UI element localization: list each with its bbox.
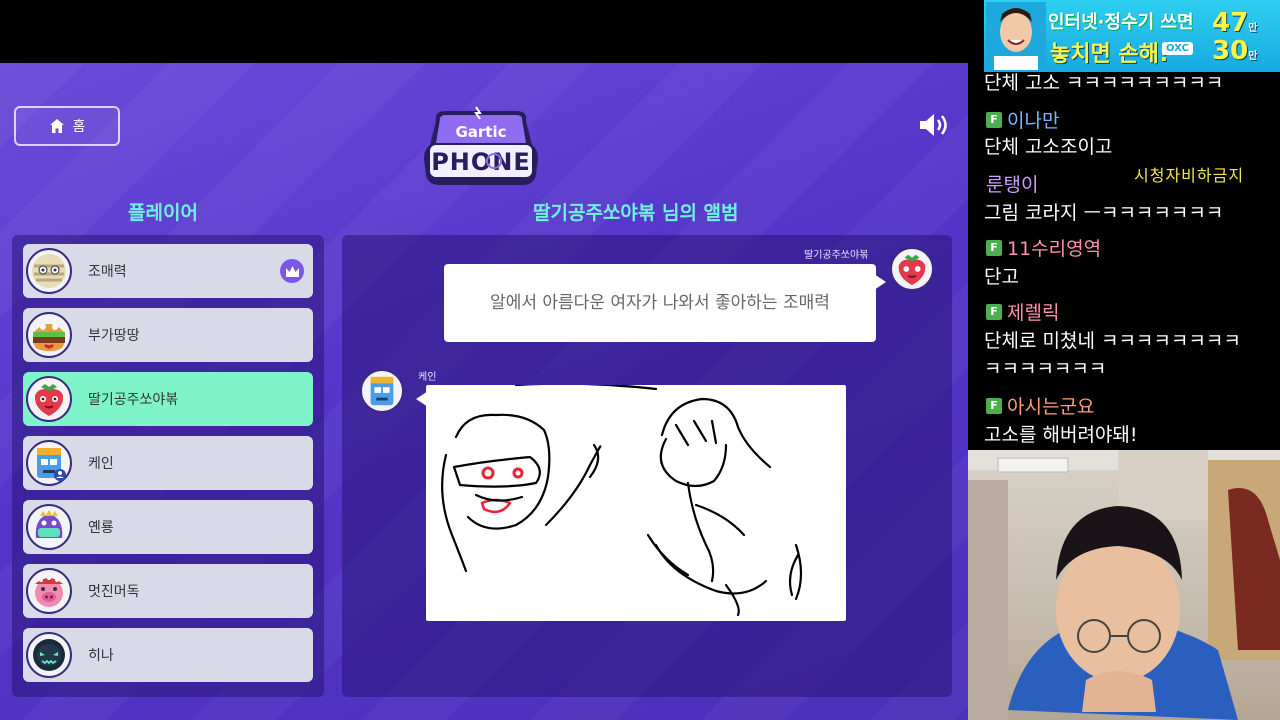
ad-price-top-value: 47 <box>1212 8 1249 38</box>
player-name: 옌룡 <box>88 520 114 536</box>
robot-avatar-icon <box>360 369 404 413</box>
player-card[interactable]: 조매력 <box>23 244 313 298</box>
strawberry-avatar-icon <box>26 376 72 422</box>
album-text: 알에서 아름다운 여자가 나와서 좋아하는 조매력 <box>490 292 830 313</box>
pig-avatar-icon <box>26 568 72 614</box>
home-label: 홈 <box>72 119 86 135</box>
ad-brand-badge: OXC <box>1162 42 1193 55</box>
dinosaur-avatar-icon <box>26 504 72 550</box>
player-name: 조매력 <box>88 264 127 280</box>
sponsor-banner[interactable]: 인터넷·정수기 쓰면 놓치면 손해! OXC 47만 30만 <box>984 0 1280 72</box>
chat-user-name: 이나만 <box>1007 110 1060 132</box>
album-text-entry: 알에서 아름다운 여자가 나와서 좋아하는 조매력 <box>444 264 886 342</box>
crown-icon <box>280 259 304 283</box>
gartic-phone-game: 홈 Gartic PHONE 플레이어 딸기공주쏘야볶 님의 앨범 조매력 부가… <box>0 63 968 720</box>
svg-text:Gartic: Gartic <box>455 123 506 141</box>
players-panel: 조매력 부가땅땅 딸기공주쏘야볶 케인 옌룡 멋진머독 히나 <box>12 235 324 697</box>
text-author-label: 딸기공주쏘야볶 <box>804 250 869 261</box>
chat-user-name: 11수리영역 <box>1007 238 1102 260</box>
player-card[interactable]: 케인 <box>23 436 313 490</box>
chat-message: 단체 고소조이고 <box>984 136 1113 158</box>
chat-username: F 아시는군요 <box>986 392 1094 419</box>
players-heading: 플레이어 <box>128 202 198 224</box>
svg-text:PHONE: PHONE <box>431 148 531 176</box>
ad-tagline: 놓치면 손해! <box>1050 42 1169 67</box>
ad-unit: 만 <box>1248 23 1258 34</box>
chat-message: 고소를 해버려야돼! <box>984 424 1138 446</box>
fan-badge-icon: F <box>986 111 1002 128</box>
webcam-feed <box>968 450 1280 720</box>
ad-headline: 인터넷·정수기 쓰면 <box>1048 12 1194 33</box>
player-name: 케인 <box>88 456 114 472</box>
ghost-avatar-icon <box>26 632 72 678</box>
home-button[interactable]: 홈 <box>14 106 120 146</box>
robot-avatar-icon <box>26 440 72 486</box>
chat-user-name: 제렐릭 <box>1007 302 1060 324</box>
burger-avatar-icon <box>26 312 72 358</box>
player-card[interactable]: 옌룡 <box>23 500 313 554</box>
player-name: 히나 <box>88 648 114 664</box>
ad-price-bottom: 30만 <box>1212 36 1257 66</box>
chat-message: 단고 <box>984 266 1019 288</box>
chat-username: F 이나만 <box>986 106 1059 133</box>
player-name: 부가땅땅 <box>88 328 140 344</box>
ad-price-bottom-value: 30 <box>1212 36 1249 66</box>
chat-message: ㅋㅋㅋㅋㅋㅋㅋ <box>984 358 1107 380</box>
player-card[interactable]: 딸기공주쏘야볶 <box>23 372 313 426</box>
drawing-author-label: 케인 <box>418 372 437 383</box>
chat-message: 그림 코라지 ㅡㅋㅋㅋㅋㅋㅋㅋ <box>984 202 1224 224</box>
fan-badge-icon: F <box>986 303 1002 320</box>
strawberry-avatar-icon <box>890 247 934 291</box>
streamer-photo-icon <box>968 450 1280 720</box>
chat-username: 룬탱이 <box>986 170 1038 197</box>
player-card[interactable]: 부가땅땅 <box>23 308 313 362</box>
player-name: 딸기공주쏘야볶 <box>88 392 179 408</box>
person-photo-icon <box>986 2 1046 70</box>
player-card[interactable]: 히나 <box>23 628 313 682</box>
album-drawing <box>416 382 846 621</box>
chat-username: F 제렐릭 <box>986 298 1059 325</box>
fan-badge-icon: F <box>986 239 1002 256</box>
ad-price-top: 47만 <box>1212 8 1257 38</box>
album-panel: 딸기공주쏘야볶 알에서 아름다운 여자가 나와서 좋아하는 조매력 케인 <box>342 235 952 697</box>
speaker-icon[interactable] <box>918 111 954 139</box>
stream-notice: 시청자비하금지 <box>1134 166 1245 185</box>
stream-chat: 단체 고소 ㅋㅋㅋㅋㅋㅋㅋㅋㅋ F 이나만 단체 고소조이고 룬탱이 그림 코라… <box>968 72 1280 450</box>
album-heading: 딸기공주쏘야볶 님의 앨범 <box>533 202 739 224</box>
chat-user-name: 룬탱이 <box>986 174 1039 196</box>
fan-badge-icon: F <box>986 397 1002 414</box>
home-icon <box>49 119 64 133</box>
chat-message: 단체 고소 ㅋㅋㅋㅋㅋㅋㅋㅋㅋ <box>984 72 1224 94</box>
mummy-avatar-icon <box>26 248 72 294</box>
chat-username: F 11수리영역 <box>986 234 1101 261</box>
player-name: 멋진머독 <box>88 584 140 600</box>
player-card[interactable]: 멋진머독 <box>23 564 313 618</box>
chat-user-name: 아시는군요 <box>1007 396 1095 418</box>
chat-message: 단체로 미쳤네 ㅋㅋㅋㅋㅋㅋㅋㅋ <box>984 330 1241 352</box>
ad-unit: 만 <box>1248 51 1258 62</box>
gartic-phone-logo: Gartic PHONE <box>424 106 538 185</box>
